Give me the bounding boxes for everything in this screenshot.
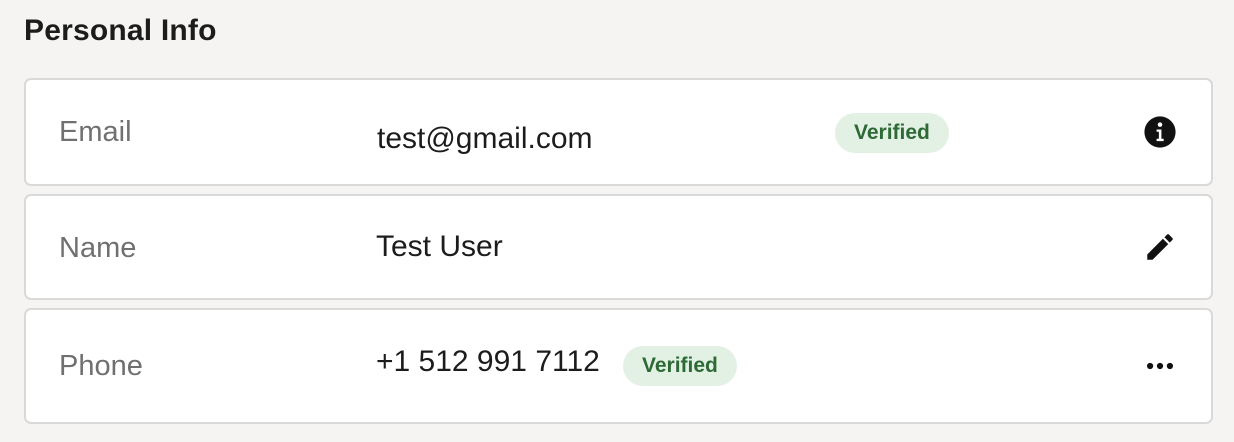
name-row: Name Test User xyxy=(24,194,1213,300)
section-title: Personal Info xyxy=(24,14,217,47)
email-value: test@gmail.com xyxy=(377,122,593,155)
email-row: Email test@gmail.com Verified xyxy=(24,78,1213,186)
phone-row: Phone +1 512 991 7112 Verified xyxy=(24,308,1213,424)
pencil-icon[interactable] xyxy=(1143,230,1177,264)
name-label: Name xyxy=(59,232,137,264)
more-horizontal-icon[interactable] xyxy=(1143,349,1177,383)
name-value: Test User xyxy=(376,230,503,263)
phone-label: Phone xyxy=(59,350,143,382)
phone-value: +1 512 991 7112 xyxy=(376,345,600,378)
email-label: Email xyxy=(59,116,132,148)
email-verified-badge: Verified xyxy=(835,113,949,153)
info-icon[interactable] xyxy=(1143,115,1177,149)
phone-verified-badge: Verified xyxy=(623,346,737,386)
